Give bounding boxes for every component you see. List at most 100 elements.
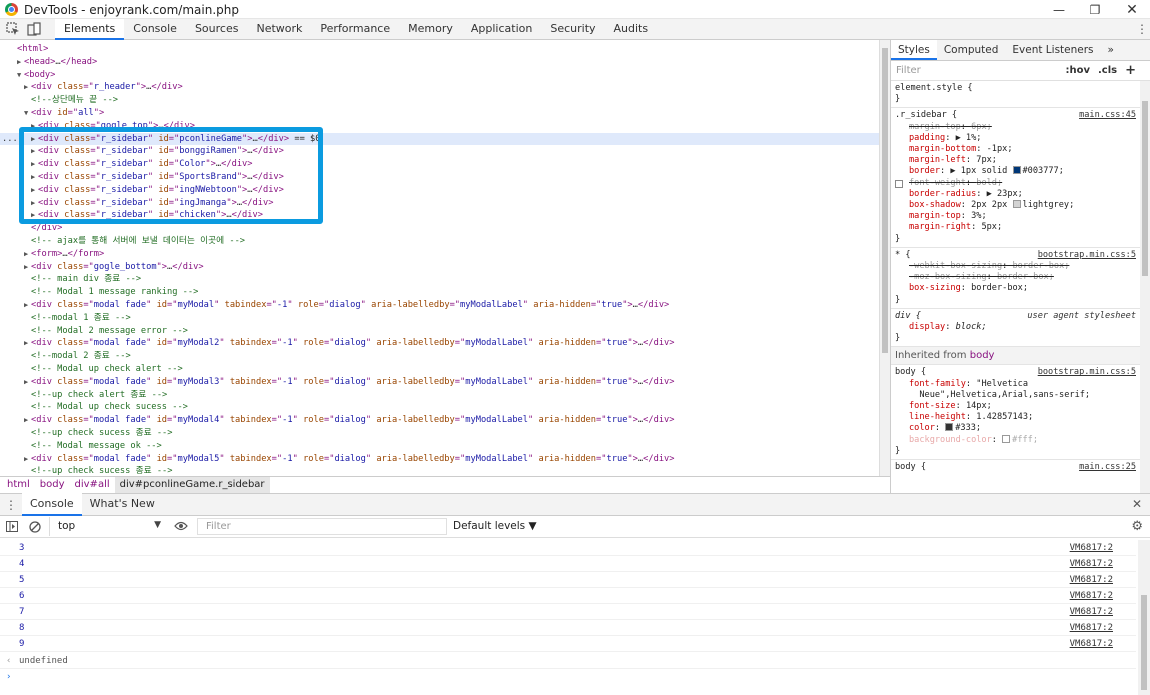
expand-arrow-right-icon[interactable]: ▶: [24, 248, 31, 261]
more-tabs-icon[interactable]: »: [1101, 40, 1121, 60]
dom-node-line[interactable]: <!--up check sucess 종료 -->: [0, 465, 879, 476]
style-declaration[interactable]: font-family: "Helvetica: [895, 379, 1136, 390]
drawer-menu-icon[interactable]: ⋮: [0, 498, 22, 512]
tab-elements[interactable]: Elements: [55, 19, 125, 40]
expand-arrow-right-icon[interactable]: ▶: [24, 453, 31, 466]
tab-memory[interactable]: Memory: [399, 19, 462, 40]
sidebar-toggle-icon[interactable]: [6, 521, 18, 535]
declaration-checkbox[interactable]: [895, 179, 903, 188]
elements-scrollbar[interactable]: [879, 40, 890, 476]
dom-node-line[interactable]: <!--up check sucess 종료 -->: [0, 427, 879, 440]
color-swatch-icon[interactable]: [1012, 166, 1021, 175]
breadcrumb-item[interactable]: div#all: [70, 477, 115, 494]
dom-node-line[interactable]: <!--up check alert 종료 -->: [0, 389, 879, 402]
dom-node-line[interactable]: <!-- main div 종료 -->: [0, 273, 879, 286]
rule-source-link[interactable]: main.css:25: [1079, 462, 1136, 473]
minimize-button[interactable]: —: [1041, 0, 1077, 19]
dom-node-line[interactable]: <!--상단메뉴 끝 -->: [0, 94, 879, 107]
style-declaration[interactable]: margin-left: 7px;: [895, 155, 1136, 166]
color-swatch-icon[interactable]: [1012, 200, 1021, 209]
expand-arrow-right-icon[interactable]: ▶: [24, 376, 31, 389]
style-declaration[interactable]: -moz-box-sizing: border-box;: [895, 272, 1136, 283]
expand-arrow-right-icon[interactable]: ▶: [24, 414, 31, 427]
log-source-link[interactable]: VM6817:2: [1070, 588, 1113, 604]
rule-source-link[interactable]: main.css:45: [1079, 110, 1136, 121]
style-declaration[interactable]: margin-bottom: -1px;: [895, 144, 1136, 155]
style-declaration[interactable]: display: block;: [895, 322, 1136, 333]
style-declaration[interactable]: Neue",Helvetica,Arial,sans-serif;: [895, 390, 1136, 401]
dom-node-line[interactable]: ▼ <body>: [0, 69, 879, 82]
log-source-link[interactable]: VM6817:2: [1070, 620, 1113, 636]
color-swatch-icon[interactable]: [945, 423, 954, 432]
close-window-button[interactable]: ✕: [1114, 0, 1150, 19]
dom-node-line[interactable]: ▶ <div class="modal fade" id="myModal4" t…: [0, 414, 879, 427]
device-toolbar-icon[interactable]: [27, 22, 41, 36]
inherited-from-link[interactable]: body: [970, 350, 995, 361]
scrollbar-thumb[interactable]: [1142, 101, 1148, 276]
clear-console-icon[interactable]: [29, 521, 41, 536]
expand-arrow-right-icon[interactable]: ▶: [24, 299, 31, 312]
log-source-link[interactable]: VM6817:2: [1070, 636, 1113, 652]
expand-arrow-down-icon[interactable]: ▼: [24, 107, 31, 120]
tab-network[interactable]: Network: [247, 19, 311, 40]
tab-sources[interactable]: Sources: [186, 19, 248, 40]
style-declaration[interactable]: box-sizing: border-box;: [895, 283, 1136, 294]
dom-node-line[interactable]: <!-- Modal 1 message ranking -->: [0, 286, 879, 299]
breadcrumb-item[interactable]: div#pconlineGame.r_sidebar: [114, 476, 270, 494]
hov-toggle[interactable]: :hov: [1061, 65, 1094, 76]
expand-arrow-right-icon[interactable]: ▶: [17, 56, 24, 69]
console-filter-input[interactable]: Filter: [197, 518, 447, 535]
dom-node-line[interactable]: <!-- ajax를 통해 서버에 보낼 데이터는 이곳에 -->: [0, 235, 879, 248]
restore-button[interactable]: ❐: [1077, 0, 1113, 19]
drawer-tab-console[interactable]: Console: [22, 493, 82, 516]
scrollbar-thumb[interactable]: [882, 48, 888, 353]
dom-node-line[interactable]: ▶ <div class="gogle_bottom">…</div>: [0, 261, 879, 274]
dom-node-line[interactable]: <!--modal 1 종료 -->: [0, 312, 879, 325]
dom-node-line[interactable]: <!--modal 2 종료 -->: [0, 350, 879, 363]
dom-node-line[interactable]: <!-- Modal up check sucess -->: [0, 401, 879, 414]
cls-toggle[interactable]: .cls: [1094, 65, 1121, 76]
log-source-link[interactable]: VM6817:2: [1070, 556, 1113, 572]
tab-audits[interactable]: Audits: [605, 19, 658, 40]
drawer-tab-what-s-new[interactable]: What's New: [82, 493, 163, 516]
style-declaration[interactable]: background-color: #fff;: [895, 434, 1136, 446]
style-declaration[interactable]: margin-top: 3%;: [895, 211, 1136, 222]
style-declaration[interactable]: box-shadow: 2px 2px lightgrey;: [895, 200, 1136, 211]
console-scrollbar[interactable]: [1138, 540, 1150, 695]
context-select[interactable]: top ▼: [49, 517, 163, 536]
tab-console[interactable]: Console: [124, 19, 186, 40]
dom-node-line[interactable]: ▶ <div class="r_header">…</div>: [0, 81, 879, 94]
dom-node-line[interactable]: </div>: [0, 222, 879, 235]
styles-scrollbar[interactable]: [1140, 81, 1150, 493]
tab-application[interactable]: Application: [462, 19, 541, 40]
log-source-link[interactable]: VM6817:2: [1070, 604, 1113, 620]
dom-node-line[interactable]: ▶ <head>…</head>: [0, 56, 879, 69]
expand-arrow-right-icon[interactable]: ▶: [24, 337, 31, 350]
style-declaration[interactable]: padding: ▶ 1%;: [895, 133, 1136, 144]
style-declaration[interactable]: margin-top: 6px;: [895, 122, 1136, 133]
scrollbar-thumb[interactable]: [1141, 595, 1147, 690]
inspect-element-icon[interactable]: [6, 22, 20, 36]
eye-icon[interactable]: [174, 521, 188, 534]
expand-arrow-down-icon[interactable]: ▼: [17, 69, 24, 82]
rule-source-link[interactable]: bootstrap.min.css:5: [1038, 367, 1136, 378]
breadcrumb-item[interactable]: body: [35, 477, 70, 494]
tab-security[interactable]: Security: [541, 19, 604, 40]
dom-node-line[interactable]: <!-- Modal up check alert -->: [0, 363, 879, 376]
style-declaration[interactable]: color: #333;: [895, 423, 1136, 434]
styles-tab-styles[interactable]: Styles: [891, 40, 937, 60]
console-prompt[interactable]: ›: [0, 669, 1136, 685]
style-declaration[interactable]: margin-right: 5px;: [895, 222, 1136, 233]
style-declaration[interactable]: border-radius: ▶ 23px;: [895, 189, 1136, 200]
dom-node-line[interactable]: ▶ <div class="modal fade" id="myModal5" t…: [0, 453, 879, 466]
style-declaration[interactable]: -webkit-box-sizing: border-box;: [895, 261, 1136, 272]
style-declaration[interactable]: font-size: 14px;: [895, 401, 1136, 412]
close-drawer-icon[interactable]: ✕: [1132, 497, 1142, 511]
expand-arrow-right-icon[interactable]: ▶: [24, 261, 31, 274]
log-source-link[interactable]: VM6817:2: [1070, 540, 1113, 556]
dom-node-line[interactable]: <!-- Modal 2 message error -->: [0, 325, 879, 338]
styles-tab-event-listeners[interactable]: Event Listeners: [1005, 40, 1100, 60]
log-source-link[interactable]: VM6817:2: [1070, 572, 1113, 588]
style-declaration[interactable]: line-height: 1.42857143;: [895, 412, 1136, 423]
dom-node-line[interactable]: <!-- Modal message ok -->: [0, 440, 879, 453]
